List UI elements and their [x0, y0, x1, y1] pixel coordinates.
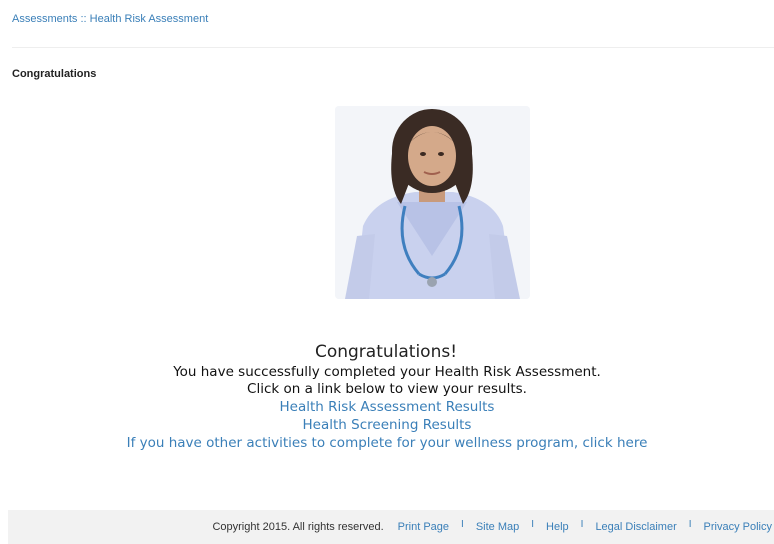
- privacy-policy-link[interactable]: Privacy Policy: [704, 521, 772, 533]
- footer-separator: I: [461, 518, 464, 530]
- copyright-text: Copyright 2015. All rights reserved.: [212, 521, 384, 533]
- print-page-link[interactable]: Print Page: [398, 521, 449, 533]
- footer-separator: I: [580, 518, 584, 530]
- completion-text: You have successfully completed your Hea…: [173, 364, 601, 380]
- legal-disclaimer-link[interactable]: Legal Disclaimer: [595, 521, 676, 533]
- breadcrumb-current-link[interactable]: Health Risk Assessment: [90, 13, 209, 25]
- breadcrumb-assessments-link[interactable]: Assessments: [12, 13, 77, 25]
- breadcrumb: Assessments :: Health Risk Assessment: [12, 13, 208, 25]
- footer-separator: I: [531, 518, 535, 530]
- completion-message: Congratulations! You have successfully c…: [0, 340, 774, 452]
- help-link[interactable]: Help: [546, 521, 569, 533]
- doctor-illustration: [335, 106, 530, 299]
- breadcrumb-separator: ::: [77, 13, 90, 25]
- other-activities-link[interactable]: If you have other activities to complete…: [0, 434, 774, 452]
- site-map-link[interactable]: Site Map: [476, 521, 519, 533]
- footer-separator: I: [688, 518, 692, 530]
- doctor-photo: [335, 106, 530, 299]
- footer: Copyright 2015. All rights reserved. Pri…: [8, 510, 774, 544]
- header-divider: [12, 47, 774, 48]
- congratulations-heading: Congratulations!: [314, 342, 458, 362]
- instruction-text: Click on a link below to view your resul…: [247, 381, 527, 397]
- hra-results-link[interactable]: Health Risk Assessment Results: [0, 398, 774, 416]
- screening-results-link[interactable]: Health Screening Results: [0, 416, 774, 434]
- section-title: Congratulations: [12, 68, 97, 80]
